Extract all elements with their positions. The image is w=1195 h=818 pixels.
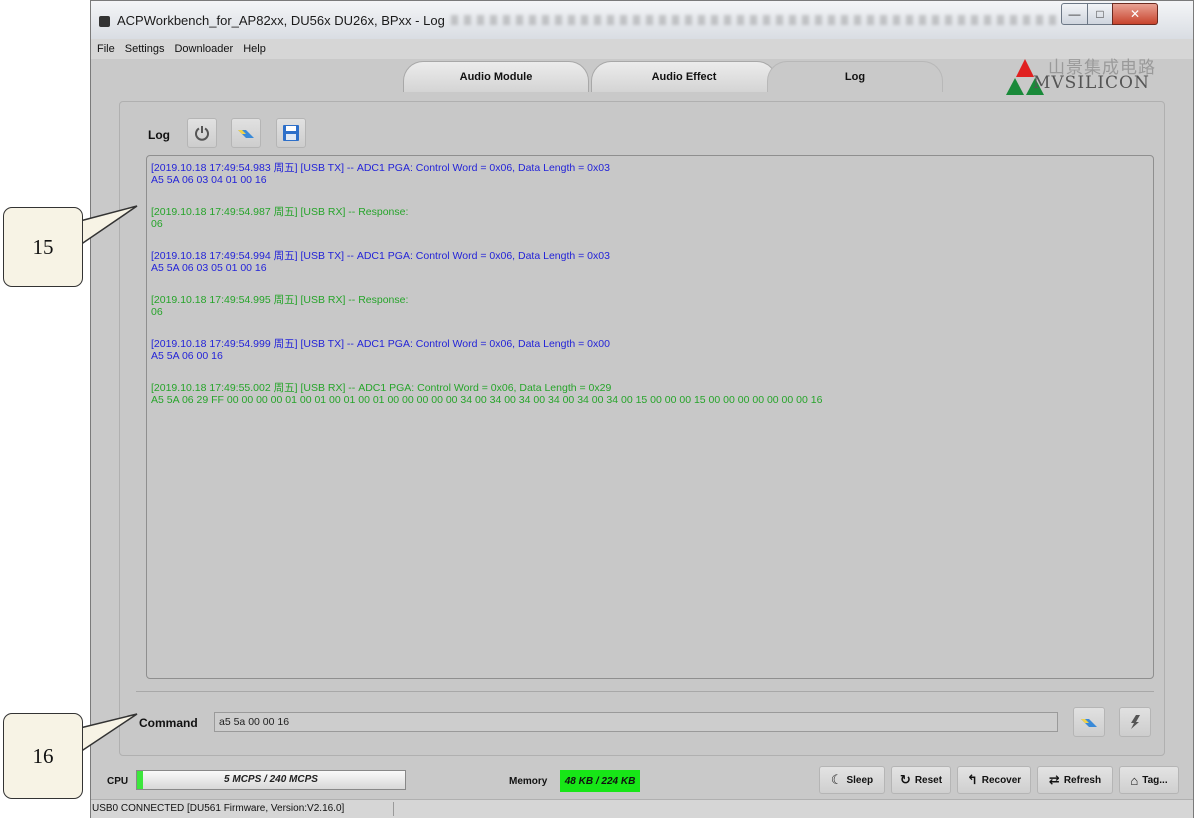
log-entry-data: A5 5A 06 00 16 — [151, 350, 223, 362]
blurred-title-region — [451, 15, 1061, 25]
menu-downloader[interactable]: Downloader — [174, 43, 233, 55]
tab-audio-effect[interactable]: Audio Effect — [591, 61, 777, 92]
log-output[interactable]: [2019.10.18 17:49:54.983 周五] [USB TX] --… — [146, 155, 1154, 679]
app-icon — [99, 16, 110, 27]
menu-help[interactable]: Help — [243, 43, 266, 55]
close-button[interactable]: ✕ — [1112, 3, 1158, 25]
log-entry: [2019.10.18 17:49:54.995 周五] [USB RX] --… — [151, 294, 1149, 318]
power-button[interactable] — [187, 118, 217, 148]
connection-status: USB0 CONNECTED [DU561 Firmware, Version:… — [92, 803, 345, 814]
save-icon — [283, 125, 299, 141]
undo-arrow-icon: ↰ — [966, 772, 978, 787]
log-entry-header: [2019.10.18 17:49:54.995 周五] [USB RX] --… — [151, 294, 409, 306]
eraser-icon — [238, 130, 254, 138]
log-entry: [2019.10.18 17:49:54.983 周五] [USB TX] --… — [151, 162, 1149, 186]
moon-icon: ☾ — [830, 772, 843, 787]
clear-command-button[interactable] — [1073, 707, 1105, 737]
log-entry-header: [2019.10.18 17:49:54.987 周五] [USB RX] --… — [151, 206, 409, 218]
title-bar[interactable]: ACPWorkbench_for_AP82xx, DU56x DU26x, BP… — [91, 1, 1193, 39]
log-entry-header: [2019.10.18 17:49:55.002 周五] [USB RX] --… — [151, 382, 612, 394]
cpu-usage-text: 5 MCPS / 240 MCPS — [224, 774, 318, 785]
tag-label: Tag... — [1142, 774, 1168, 786]
cpu-label: CPU — [107, 776, 129, 787]
minimize-button[interactable]: — — [1061, 3, 1088, 25]
command-label: Command — [139, 716, 198, 730]
log-entry: [2019.10.18 17:49:54.987 周五] [USB RX] --… — [151, 206, 1149, 230]
tag-button[interactable]: ⌂ Tag... — [1119, 766, 1179, 794]
reset-button[interactable]: ↻ Reset — [891, 766, 951, 794]
cpu-usage-bar: 5 MCPS / 240 MCPS — [136, 770, 406, 790]
save-log-button[interactable] — [276, 118, 306, 148]
menu-settings[interactable]: Settings — [125, 43, 165, 55]
callout-16: 16 — [3, 713, 83, 799]
log-entry-data: A5 5A 06 03 05 01 00 16 — [151, 262, 267, 274]
menu-file[interactable]: File — [97, 43, 115, 55]
window-title: ACPWorkbench_for_AP82xx, DU56x DU26x, BP… — [117, 13, 445, 28]
recover-label: Recover — [981, 774, 1022, 786]
app-window: ACPWorkbench_for_AP82xx, DU56x DU26x, BP… — [90, 0, 1194, 818]
log-label: Log — [148, 128, 170, 142]
log-entry: [2019.10.18 17:49:55.002 周五] [USB RX] --… — [151, 382, 1149, 406]
reset-label: Reset — [914, 774, 943, 786]
refresh-label: Refresh — [1063, 774, 1102, 786]
refresh-button[interactable]: ⇄ Refresh — [1037, 766, 1113, 794]
log-entry-header: [2019.10.18 17:49:54.999 周五] [USB TX] --… — [151, 338, 610, 350]
maximize-button[interactable]: □ — [1087, 3, 1113, 25]
logo-english-text: MVSILICON — [1033, 73, 1150, 93]
memory-usage-value: 48 KB / 224 KB — [560, 770, 640, 792]
reset-icon: ↻ — [899, 772, 911, 787]
log-entry-data: 06 — [151, 306, 163, 318]
memory-label: Memory — [509, 776, 548, 787]
command-input[interactable] — [214, 712, 1058, 732]
callout-15: 15 — [3, 207, 83, 287]
recover-button[interactable]: ↰ Recover — [957, 766, 1031, 794]
status-bar: USB0 CONNECTED [DU561 Firmware, Version:… — [91, 799, 1193, 818]
tab-log[interactable]: Log — [767, 61, 943, 92]
power-icon — [195, 126, 209, 141]
log-entry-data: A5 5A 06 29 FF 00 00 00 00 01 00 01 00 0… — [151, 394, 823, 406]
eraser-icon — [1081, 719, 1097, 727]
clear-log-button[interactable] — [231, 118, 261, 148]
log-entry-header: [2019.10.18 17:49:54.983 周五] [USB TX] --… — [151, 162, 610, 174]
status-separator — [393, 802, 394, 816]
divider — [136, 691, 1154, 692]
send-command-button[interactable] — [1119, 707, 1151, 737]
log-entry: [2019.10.18 17:49:54.994 周五] [USB TX] --… — [151, 250, 1149, 274]
refresh-icon: ⇄ — [1048, 772, 1060, 787]
sleep-label: Sleep — [846, 774, 874, 786]
log-entry-data: A5 5A 06 03 04 01 00 16 — [151, 174, 267, 186]
tab-audio-module[interactable]: Audio Module — [403, 61, 589, 92]
log-entry-data: 06 — [151, 218, 163, 230]
send-arrow-icon — [1131, 715, 1140, 729]
tag-icon: ⌂ — [1130, 772, 1139, 788]
company-logo: 山景集成电路 MVSILICON — [1003, 53, 1189, 97]
log-entry-header: [2019.10.18 17:49:54.994 周五] [USB TX] --… — [151, 250, 610, 262]
sleep-button[interactable]: ☾ Sleep — [819, 766, 885, 794]
log-entry: [2019.10.18 17:49:54.999 周五] [USB TX] --… — [151, 338, 1149, 362]
